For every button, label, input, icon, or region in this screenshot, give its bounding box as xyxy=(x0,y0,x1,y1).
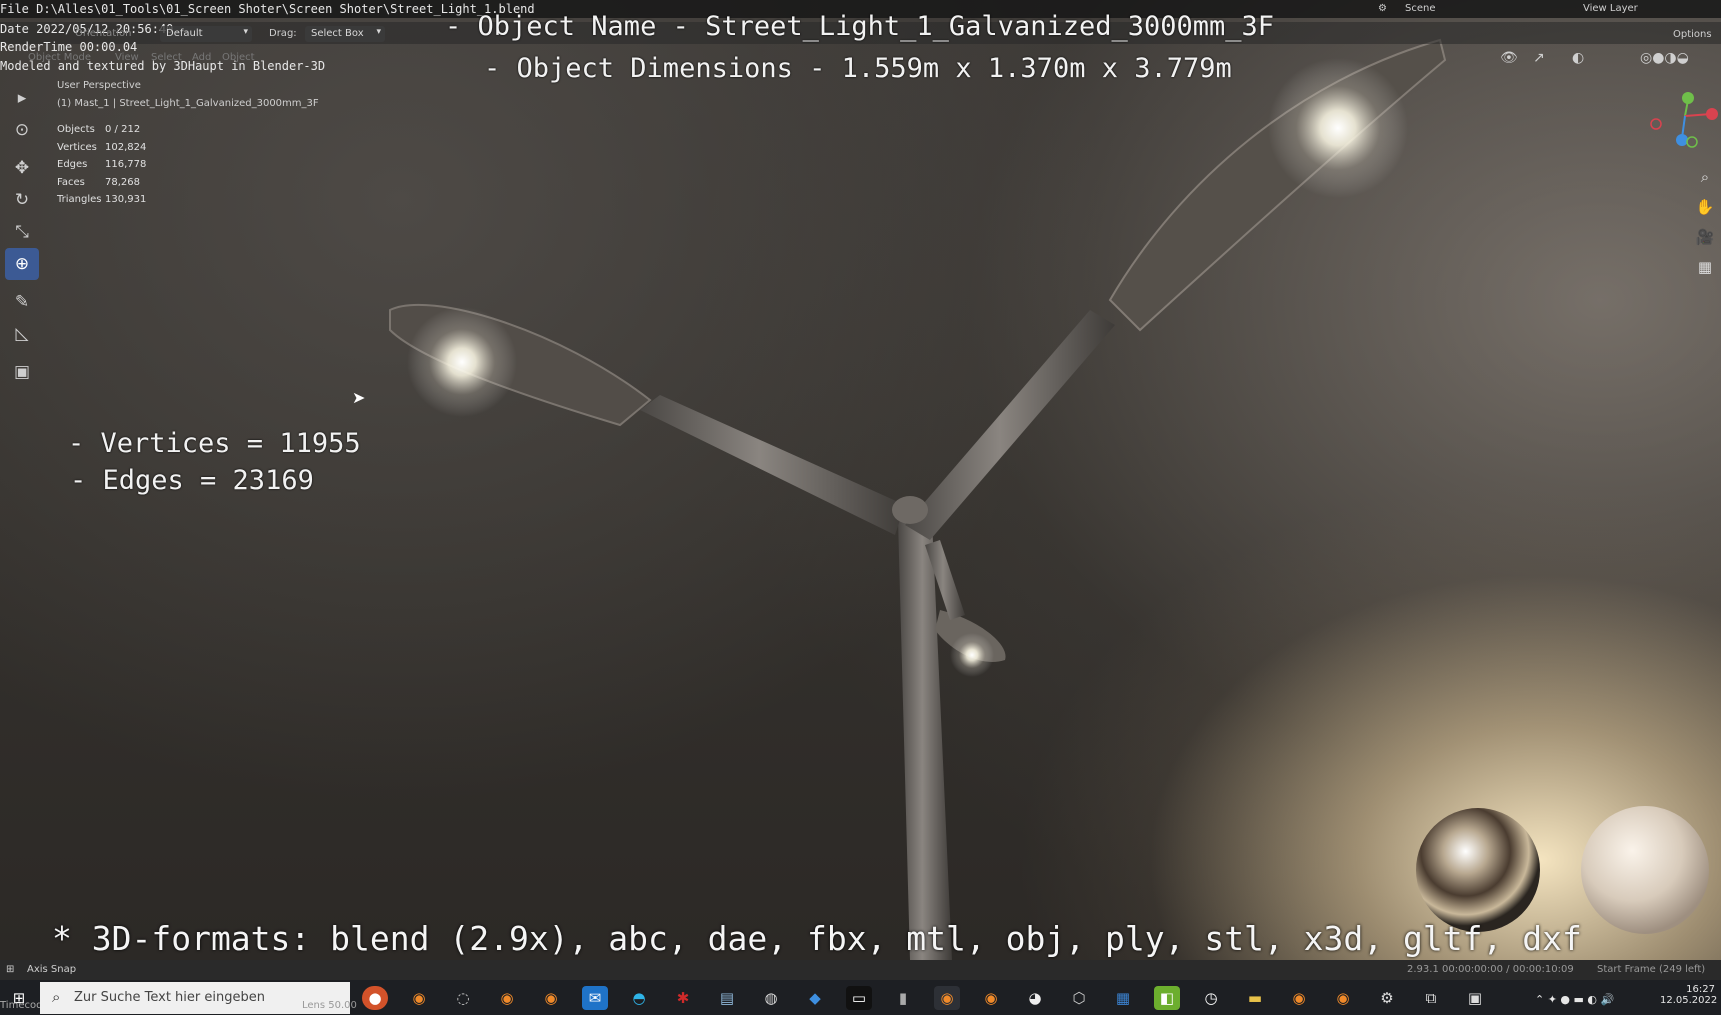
blender-icon[interactable]: ◉ xyxy=(978,986,1004,1010)
terminal-icon[interactable]: ▭ xyxy=(846,986,872,1010)
pivot-value: Default xyxy=(166,28,203,39)
measure-tool[interactable]: ◺ xyxy=(5,318,39,350)
view-layer-selector[interactable]: View Layer xyxy=(1583,3,1638,14)
visibility-icon[interactable]: 👁 xyxy=(1500,50,1518,66)
nvidia-icon[interactable]: ◧ xyxy=(1154,986,1180,1010)
menu-view[interactable]: View xyxy=(115,52,139,63)
taskbar-clock[interactable]: 16:27 12.05.2022 xyxy=(1660,984,1718,1006)
stat-label: Faces xyxy=(57,176,85,188)
drag-label: Drag: xyxy=(269,28,297,39)
3d-cube-icon[interactable]: ⬡ xyxy=(1066,986,1092,1010)
stat-value: 102,824 xyxy=(105,141,147,153)
photo-app-icon[interactable]: ◍ xyxy=(758,986,784,1010)
settings-gear-icon[interactable]: ⚙ xyxy=(1374,986,1400,1010)
object-dimensions-overlay: - Object Dimensions - 1.559m x 1.370m x … xyxy=(484,53,1232,84)
lens-label: Lens 50.00 xyxy=(302,1000,357,1011)
menu-object[interactable]: Object xyxy=(222,52,255,63)
stat-row: Vertices 102,824 xyxy=(57,142,165,160)
version-info: 2.93.1 00:00:00:00 / 00:00:10:09 xyxy=(1407,964,1574,975)
clock-app-icon[interactable]: ◷ xyxy=(1198,986,1224,1010)
blender-icon[interactable]: ◉ xyxy=(1286,986,1312,1010)
calendar-icon[interactable]: ▦ xyxy=(1110,986,1136,1010)
system-tray-icons[interactable]: ⌃ ✦ ● ▬ ◐ 🔊 xyxy=(1535,993,1614,1006)
app-bug-icon[interactable]: ✱ xyxy=(670,986,696,1010)
vertices-overlay: - Vertices = 11955 xyxy=(68,428,361,459)
status-hint: Axis Snap xyxy=(27,964,77,975)
hand-pan-icon[interactable]: ✋ xyxy=(1692,192,1718,222)
mouse-pointer-icon: ➤ xyxy=(352,388,366,407)
stat-row: Faces 78,268 xyxy=(57,177,165,195)
camera-icon[interactable]: 🎥 xyxy=(1692,222,1718,252)
drag-value: Select Box xyxy=(311,28,364,39)
stat-row: Edges 116,778 xyxy=(57,159,165,177)
cursor-tool[interactable]: ⊙ xyxy=(5,114,39,146)
orientation-label[interactable]: Orientation xyxy=(75,28,131,39)
scene-statistics: Objects 0 / 212 Vertices 102,824 Edges 116,… xyxy=(57,124,165,212)
chevron-down-icon: ▾ xyxy=(243,27,248,37)
mode-dropdown[interactable]: Object Mode xyxy=(28,52,91,63)
shading-mode-icons[interactable]: ◎●◑◒ xyxy=(1640,50,1689,66)
chevron-down-icon: ▾ xyxy=(376,27,381,37)
axis-snap-icon: ⊞ xyxy=(6,964,15,975)
stat-value: 0 / 212 xyxy=(105,124,141,135)
transform-tool[interactable]: ⊕ xyxy=(5,248,39,280)
app-film-icon[interactable]: ▮ xyxy=(890,986,916,1010)
menu-add[interactable]: Add xyxy=(192,52,211,63)
blender-icon[interactable]: ◉ xyxy=(538,986,564,1010)
scale-tool[interactable]: ⤡ xyxy=(5,216,39,248)
app-circle-icon[interactable]: ◌ xyxy=(450,986,476,1010)
blender-icon[interactable]: ◉ xyxy=(1330,986,1356,1010)
clock-date: 12.05.2022 xyxy=(1660,995,1718,1006)
stat-value: 78,268 xyxy=(105,176,140,188)
edges-overlay: - Edges = 23169 xyxy=(70,465,314,496)
mail-icon[interactable]: ✉ xyxy=(582,986,608,1010)
notes-icon[interactable]: ▤ xyxy=(714,986,740,1010)
frame-info: Start Frame (249 left) xyxy=(1597,964,1706,975)
store-icon[interactable]: ◆ xyxy=(802,986,828,1010)
scene-selector[interactable]: Scene xyxy=(1405,3,1436,14)
scene-icon[interactable]: ⚙ xyxy=(1378,3,1387,14)
navigation-gizmo[interactable] xyxy=(1640,86,1720,158)
object-name-overlay: - Object Name - Street_Light_1_Galvanize… xyxy=(445,11,1275,42)
perspective-label: User Perspective xyxy=(57,80,141,91)
search-placeholder: Zur Suche Text hier eingeben xyxy=(74,990,265,1005)
stat-value: 116,778 xyxy=(105,159,147,170)
options-dropdown[interactable]: Options xyxy=(1673,29,1712,40)
blender-icon[interactable]: ◉ xyxy=(494,986,520,1010)
menu-select[interactable]: Select xyxy=(151,52,182,63)
formats-overlay: * 3D-formats: blend (2.9x), abc, dae, fb… xyxy=(52,919,1582,958)
grid-view-icon[interactable]: ▦ xyxy=(1692,252,1718,282)
move-tool[interactable]: ✥ xyxy=(5,152,39,184)
panda-icon[interactable]: ◕ xyxy=(1022,986,1048,1010)
edge-browser-icon[interactable]: ◓ xyxy=(626,986,652,1010)
stat-row: Objects 0 / 212 xyxy=(57,124,165,142)
firefox-icon[interactable]: ● xyxy=(362,986,388,1010)
zoom-icon[interactable]: ⌕ xyxy=(1692,162,1718,192)
folder-icon[interactable]: ▬ xyxy=(1242,986,1268,1010)
rotate-tool[interactable]: ↻ xyxy=(5,184,39,216)
add-cube-tool[interactable]: ▣ xyxy=(5,356,39,388)
drag-dropdown[interactable]: Select Box ▾ xyxy=(305,26,385,42)
select-box-tool[interactable]: ▸ xyxy=(5,82,39,114)
clock-time: 16:27 xyxy=(1686,984,1715,995)
stat-label: Triangles xyxy=(57,194,102,205)
overlay-toggle-icon[interactable]: ◐ xyxy=(1572,50,1584,66)
stat-label: Objects xyxy=(57,124,95,135)
stat-label: Vertices xyxy=(57,141,97,153)
pivot-dropdown[interactable]: Default ▾ xyxy=(160,26,252,42)
blender-active-icon[interactable]: ◉ xyxy=(934,986,960,1010)
stat-row: Triangles 130,931 xyxy=(57,194,165,212)
gizmo-toggle-icon[interactable]: ↗ xyxy=(1533,50,1545,66)
stat-value: 130,931 xyxy=(105,194,147,205)
collection-label: (1) Mast_1 | Street_Light_1_Galvanized_3… xyxy=(57,98,319,109)
blender-icon[interactable]: ◉ xyxy=(406,986,432,1010)
status-bar: ⊞ Axis Snap 2.93.1 00:00:00:00 / 00:00:1… xyxy=(0,960,1721,980)
window-app-icon[interactable]: ▣ xyxy=(1462,986,1488,1010)
stat-label: Edges xyxy=(57,159,88,170)
annotate-tool[interactable]: ✎ xyxy=(5,286,39,318)
search-icon: ⌕ xyxy=(52,988,61,1006)
network-app-icon[interactable]: ⧉ xyxy=(1418,986,1444,1010)
right-navigation: ⌕ ✋ 🎥 ▦ xyxy=(1692,162,1718,282)
left-toolbar: ▸ ⊙ ✥ ↻ ⤡ ⊕ ✎ ◺ ▣ xyxy=(5,82,39,388)
